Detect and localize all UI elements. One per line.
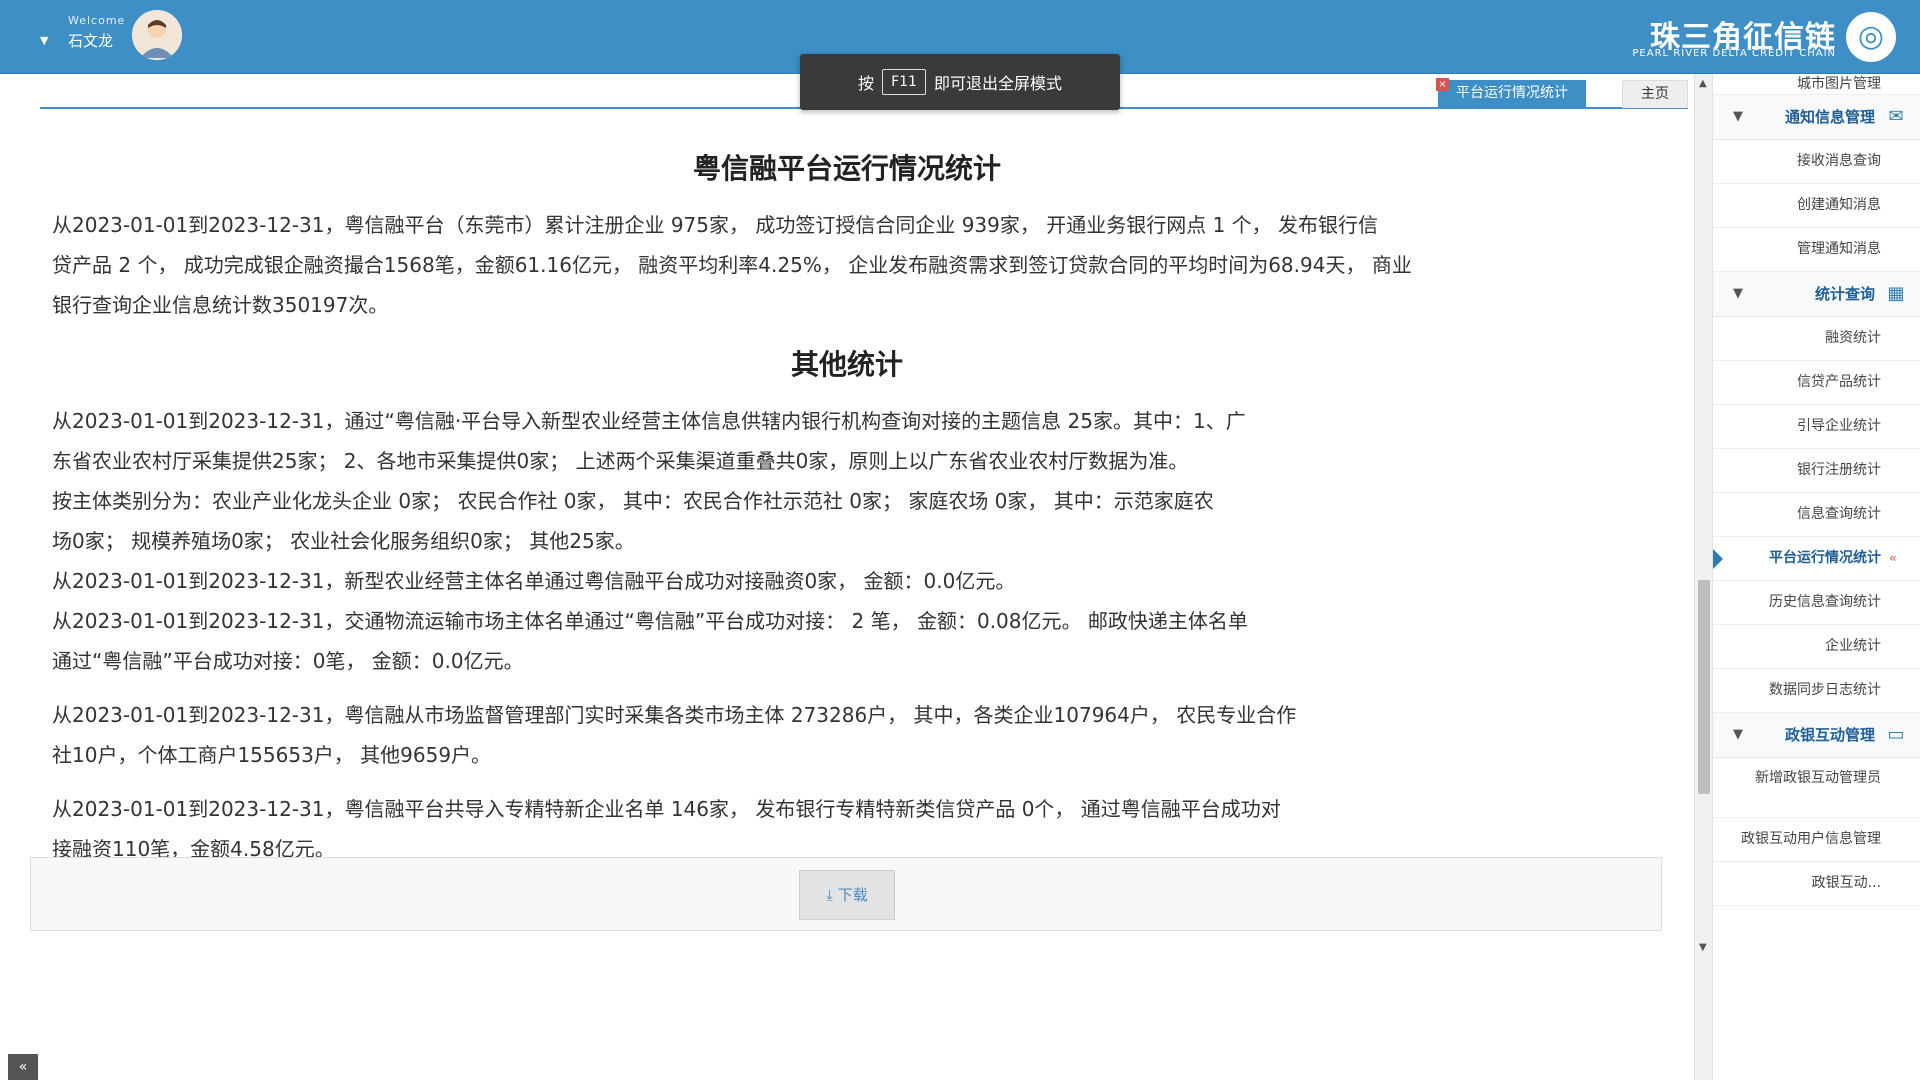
sidebar-item-label: 创建通知消息 xyxy=(1797,197,1881,213)
toast-suffix: 即可退出全屏模式 xyxy=(933,74,1062,93)
sidebar-item-label: 信息查询统计 xyxy=(1797,506,1881,522)
stats-content: 粤信融平台运行情况统计 从2023-01-01到2023-12-31，粤信融平台… xyxy=(52,145,1642,871)
stats-line: 场0家； 规模养殖场0家； 农业社会化服务组织0家； 其他25家。 xyxy=(52,529,635,553)
username: 石文龙 xyxy=(68,32,114,50)
user-avatar-icon xyxy=(132,10,182,60)
sidebar-item-label: 管理通知消息 xyxy=(1797,241,1881,257)
sidebar-item-financing-stats[interactable]: 融资统计 xyxy=(1713,317,1920,361)
sidebar-item-label: 城市图片管理 xyxy=(1797,76,1881,92)
sidebar-menu: 城市图片管理 ✉ 通知信息管理 ▼ 接收消息查询 创建通知消息 管理通知消息 ▦… xyxy=(1712,74,1920,1080)
sidebar-item-guided-enterprise-stats[interactable]: 引导企业统计 xyxy=(1713,405,1920,449)
monitor-icon: ▭ xyxy=(1887,724,1905,745)
user-menu[interactable]: ▼ Welcome 石文龙 xyxy=(28,8,188,64)
summary-line: 从2023-01-01到2023-12-31，粤信融平台（东莞市）累计注册企业 … xyxy=(52,213,1379,237)
sidebar-item-label: 历史信息查询统计 xyxy=(1769,594,1881,610)
download-button[interactable]: ⤓ 下载 xyxy=(799,870,895,920)
stats-line: 从2023-01-01到2023-12-31，粤信融平台共导入专精特新企业名单 … xyxy=(52,797,1281,821)
grid-icon: ▦ xyxy=(1887,283,1905,304)
sidebar-group-label: 通知信息管理 xyxy=(1784,108,1875,126)
sidebar-item-label: 信贷产品统计 xyxy=(1797,374,1881,390)
chevron-down-icon: ▼ xyxy=(1733,727,1743,742)
stats-line: 社10户，个体工商户155653户， 其他9659户。 xyxy=(52,743,492,767)
stats-line: 按主体类别分为：农业产业化龙头企业 0家； 农民合作社 0家， 其中：农民合作社… xyxy=(52,489,1214,513)
scroll-down-icon[interactable]: ▼ xyxy=(1699,942,1707,953)
stats-line: 从2023-01-01到2023-12-31，粤信融从市场监督管理部门实时采集各… xyxy=(52,703,1297,727)
stats-line: 通过“粤信融”平台成功对接：0笔， 金额：0.0亿元。 xyxy=(52,649,524,673)
sidebar-item-label: 银行注册统计 xyxy=(1797,462,1881,478)
page-title: 粤信融平台运行情况统计 xyxy=(692,152,1001,185)
tab-platform-stats[interactable]: × 平台运行情况统计 xyxy=(1436,78,1586,107)
stats-line: 从2023-01-01到2023-12-31，交通物流运输市场主体名单通过“粤信… xyxy=(52,609,1248,633)
summary-line: 贷产品 2 个， 成功完成银企融资撮合1568笔，金额61.16亿元， 融资平均… xyxy=(52,253,1412,277)
logo-wave-icon: ◎ xyxy=(1846,12,1896,62)
tab-label: 主页 xyxy=(1641,86,1669,102)
sidebar-item-label: 政银互动用户信息管理 xyxy=(1741,831,1881,847)
download-icon: ⤓ xyxy=(826,886,833,904)
stats-line: 东省农业农村厅采集提供25家； 2、各地市采集提供0家； 上述两个采集渠道重叠共… xyxy=(52,449,1189,473)
sidebar-group-notice[interactable]: ✉ 通知信息管理 ▼ xyxy=(1713,95,1920,140)
logo-text-en: PEARL RIVER DELTA CREDIT CHAIN xyxy=(1632,48,1836,59)
chevron-down-icon: ▼ xyxy=(1733,109,1743,124)
content-scrollbar[interactable]: ▲ ▼ xyxy=(1694,74,1713,1080)
sidebar-item-gov-more[interactable]: 政银互动... xyxy=(1713,862,1920,906)
sidebar-item-city-images[interactable]: 城市图片管理 xyxy=(1713,74,1920,95)
download-label: 下载 xyxy=(837,886,868,904)
sidebar-group-stats[interactable]: ▦ 统计查询 ▼ xyxy=(1713,272,1920,317)
scroll-to-top-button[interactable]: « xyxy=(8,1054,38,1080)
active-marker-icon: « xyxy=(1889,551,1897,565)
chevron-down-icon: ▼ xyxy=(1733,286,1743,301)
brand-logo: ◎ 珠三角征信链 PEARL RIVER DELTA CREDIT CHAIN xyxy=(1606,10,1896,64)
double-chevron-up-icon: « xyxy=(18,1059,28,1075)
close-icon[interactable]: × xyxy=(1436,78,1449,91)
scrollbar-thumb[interactable] xyxy=(1698,580,1710,794)
sidebar-group-gov-bank[interactable]: ▭ 政银互动管理 ▼ xyxy=(1713,713,1920,758)
envelope-icon: ✉ xyxy=(1888,106,1904,127)
sidebar-item-gov-user-info[interactable]: 政银互动用户信息管理 xyxy=(1713,818,1920,862)
sidebar-item-label: 政银互动... xyxy=(1811,875,1881,891)
sidebar-item-platform-stats[interactable]: 平台运行情况统计 « xyxy=(1713,537,1920,581)
fullscreen-exit-toast: 按 F11 即可退出全屏模式 xyxy=(800,54,1120,110)
caret-down-icon[interactable]: ▼ xyxy=(40,34,48,47)
sidebar-item-manage-notice[interactable]: 管理通知消息 xyxy=(1713,228,1920,272)
scroll-up-icon[interactable]: ▲ xyxy=(1699,78,1707,89)
toast-key: F11 xyxy=(882,69,926,95)
sidebar-group-label: 政银互动管理 xyxy=(1784,726,1875,744)
sidebar-item-label: 融资统计 xyxy=(1825,330,1881,346)
download-panel: ⤓ 下载 xyxy=(30,857,1662,931)
sidebar-group-label: 统计查询 xyxy=(1814,285,1875,303)
sidebar-item-info-query-stats[interactable]: 信息查询统计 xyxy=(1713,493,1920,537)
sidebar-item-label: 平台运行情况统计 xyxy=(1769,550,1881,566)
other-stats-title: 其他统计 xyxy=(790,348,903,381)
sidebar-item-label: 接收消息查询 xyxy=(1797,153,1881,169)
tab-home[interactable]: 主页 xyxy=(1622,80,1688,108)
sidebar-item-history-query-stats[interactable]: 历史信息查询统计 xyxy=(1713,581,1920,625)
sidebar-item-bank-register-stats[interactable]: 银行注册统计 xyxy=(1713,449,1920,493)
sidebar-item-sync-log-stats[interactable]: 数据同步日志统计 xyxy=(1713,669,1920,713)
sidebar-item-create-notice[interactable]: 创建通知消息 xyxy=(1713,184,1920,228)
sidebar-item-enterprise-stats[interactable]: 企业统计 xyxy=(1713,625,1920,669)
toast-prefix: 按 xyxy=(858,74,875,93)
sidebar-item-label: 引导企业统计 xyxy=(1797,418,1881,434)
tab-label: 平台运行情况统计 xyxy=(1456,85,1568,101)
sidebar-item-credit-product-stats[interactable]: 信贷产品统计 xyxy=(1713,361,1920,405)
sidebar-item-label: 新增政银互动管理员 xyxy=(1755,770,1881,786)
sidebar-item-label: 企业统计 xyxy=(1825,638,1881,654)
sidebar-item-received-messages[interactable]: 接收消息查询 xyxy=(1713,140,1920,184)
avatar[interactable] xyxy=(132,10,182,60)
sidebar-item-add-gov-admin[interactable]: 新增政银互动管理员 xyxy=(1713,758,1920,818)
stats-line: 从2023-01-01到2023-12-31，新型农业经营主体名单通过粤信融平台… xyxy=(52,569,1016,593)
sidebar-item-label: 数据同步日志统计 xyxy=(1769,682,1881,698)
stats-line: 从2023-01-01到2023-12-31，通过“粤信融·平台导入新型农业经营… xyxy=(52,409,1246,433)
summary-line: 银行查询企业信息统计数350197次。 xyxy=(52,293,389,317)
welcome-text: Welcome xyxy=(68,14,126,27)
